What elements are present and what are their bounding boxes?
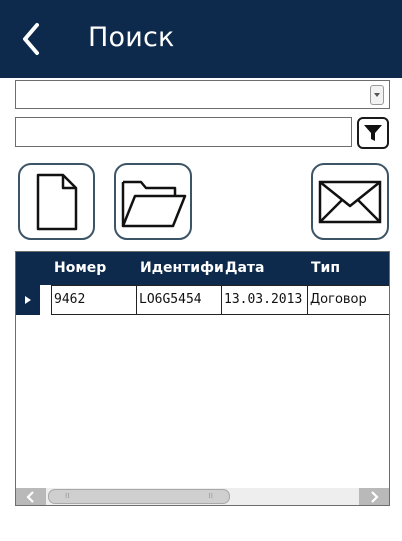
grip-icon: ⁞⁞ bbox=[65, 492, 70, 500]
open-folder-button[interactable] bbox=[114, 163, 192, 240]
scroll-left-icon bbox=[26, 490, 34, 503]
column-header-number[interactable]: Номер bbox=[50, 252, 138, 285]
scroll-left-button[interactable] bbox=[16, 488, 46, 505]
grid-header: Номер Идентифи Дата Тип bbox=[16, 252, 389, 285]
column-header-type[interactable]: Тип bbox=[307, 252, 389, 285]
type-combo-box[interactable] bbox=[15, 80, 390, 109]
table-cell-type: Договор bbox=[308, 285, 389, 315]
table-row[interactable]: 9462 LO6G5454 13.03.2013 Договор bbox=[16, 285, 389, 315]
new-document-icon bbox=[36, 173, 77, 230]
header-bar: Поиск bbox=[0, 0, 402, 78]
grip-icon: ⁞⁞ bbox=[208, 492, 213, 500]
envelope-icon bbox=[318, 180, 382, 223]
filter-button[interactable] bbox=[357, 117, 389, 149]
results-grid[interactable]: Номер Идентифи Дата Тип 9462 LO6G5454 13… bbox=[15, 251, 390, 506]
column-header-identifier[interactable]: Идентифи bbox=[136, 252, 224, 285]
scroll-right-icon bbox=[371, 490, 379, 503]
new-document-button[interactable] bbox=[18, 163, 95, 240]
horizontal-scrollbar[interactable]: ⁞⁞ ⁞⁞ bbox=[16, 488, 389, 505]
back-button[interactable] bbox=[14, 18, 48, 60]
dropdown-arrow-icon[interactable] bbox=[370, 85, 384, 105]
table-cell-date: 13.03.2013 bbox=[222, 285, 308, 315]
open-folder-icon bbox=[121, 180, 187, 227]
column-header-date[interactable]: Дата bbox=[221, 252, 309, 285]
filter-funnel-icon bbox=[364, 125, 382, 141]
row-pointer-icon bbox=[16, 285, 40, 315]
scroll-thumb[interactable]: ⁞⁞ ⁞⁞ bbox=[48, 489, 230, 504]
scroll-right-button[interactable] bbox=[359, 488, 389, 505]
search-input[interactable] bbox=[15, 117, 352, 147]
page-title: Поиск bbox=[88, 22, 175, 53]
table-cell-number: 9462 bbox=[51, 285, 137, 315]
chevron-left-icon bbox=[23, 23, 39, 55]
send-mail-button[interactable] bbox=[311, 163, 389, 240]
table-cell-identifier: LO6G5454 bbox=[137, 285, 222, 315]
